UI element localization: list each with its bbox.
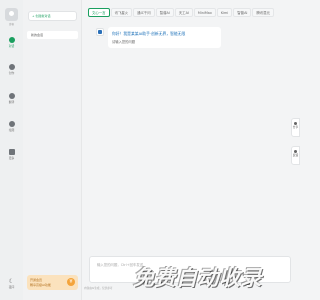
user-avatar[interactable] <box>5 8 18 21</box>
rail-item-label: 对话 <box>8 44 15 48</box>
tab-model[interactable]: 智谱AI <box>155 8 174 17</box>
assistant-avatar <box>96 28 104 36</box>
pen-icon <box>8 64 15 70</box>
tab-model[interactable]: 智普AI <box>233 8 252 17</box>
model-tab-bar: 文心一言 讯飞星火 通义千问 智谱AI 天工AI MiniMax Kimi 智普AI 腾讯混元 <box>88 8 300 17</box>
rail-item-label: 创作 <box>8 71 15 75</box>
message-greeting: 你好！我是某某AI助手·创新无界，智能无限 <box>112 31 186 36</box>
tab-model[interactable]: MiniMax <box>193 8 216 17</box>
paint-icon <box>8 121 15 127</box>
rail-item-label: 绘图 <box>8 128 15 132</box>
rail-item-write[interactable]: 创作 <box>0 64 23 75</box>
feedback-button[interactable]: 反馈 <box>291 146 300 165</box>
rail-item-paint[interactable]: 绘图 <box>0 121 23 132</box>
footer-note: 内容由AI生成，仅供参考 <box>84 287 113 290</box>
tab-model[interactable]: Kimi <box>216 8 233 17</box>
share-label: 分享 <box>292 125 299 129</box>
tab-model[interactable]: 通义千问 <box>133 8 155 17</box>
message-hint: 请输入您的问题 <box>112 40 136 44</box>
conversation-panel: + 创建新对话 新的会话 开通会员 畅享高级AI功能 ¥ <box>23 0 82 300</box>
chat-icon <box>8 37 15 43</box>
rail-item-label: 翻译 <box>8 100 15 104</box>
share-button[interactable]: 分享 <box>291 118 300 137</box>
moon-icon: ☾ <box>8 278 15 285</box>
new-chat-button[interactable]: + 创建新对话 <box>28 11 77 21</box>
watermark-text: 免费自动收录 <box>133 266 262 290</box>
rail-item-translate[interactable]: 翻译 <box>0 93 23 104</box>
rail-item-label: 更多 <box>8 156 15 160</box>
tab-model[interactable]: 天工AI <box>174 8 193 17</box>
translate-icon <box>8 93 15 99</box>
grid-icon <box>8 149 15 155</box>
membership-promo[interactable]: 开通会员 畅享高级AI功能 ¥ <box>27 275 78 290</box>
tab-model[interactable]: 文心一言 <box>88 8 110 17</box>
tab-model[interactable]: 腾讯混元 <box>252 8 274 17</box>
nav-rail: 游客 对话 创作 翻译 绘图 更多 ☾ 夜间 <box>0 0 23 300</box>
conversation-item[interactable]: 新的会话 <box>27 31 78 39</box>
dark-mode-toggle[interactable]: ☾ 夜间 <box>0 278 23 289</box>
user-name: 游客 <box>8 23 14 26</box>
assistant-message: 你好！我是某某AI助手·创新无界，智能无限 请输入您的问题 <box>108 27 221 48</box>
coin-icon[interactable]: ¥ <box>67 278 75 286</box>
tab-model[interactable]: 讯飞星火 <box>110 8 133 17</box>
main-area: 文心一言 讯飞星火 通义千问 智谱AI 天工AI MiniMax Kimi 智普AI 腾讯混元 … <box>82 0 300 300</box>
rail-item-chat[interactable]: 对话 <box>0 37 23 48</box>
app-window: 游客 对话 创作 翻译 绘图 更多 ☾ 夜间 + 创建新对话 新的会话 开通会员… <box>0 0 300 300</box>
promo-title: 开通会员 <box>30 278 43 282</box>
dark-mode-label: 夜间 <box>8 285 15 289</box>
promo-subtitle: 畅享高级AI功能 <box>30 283 51 287</box>
rail-item-more[interactable]: 更多 <box>0 149 23 160</box>
feedback-label: 反馈 <box>292 153 299 157</box>
